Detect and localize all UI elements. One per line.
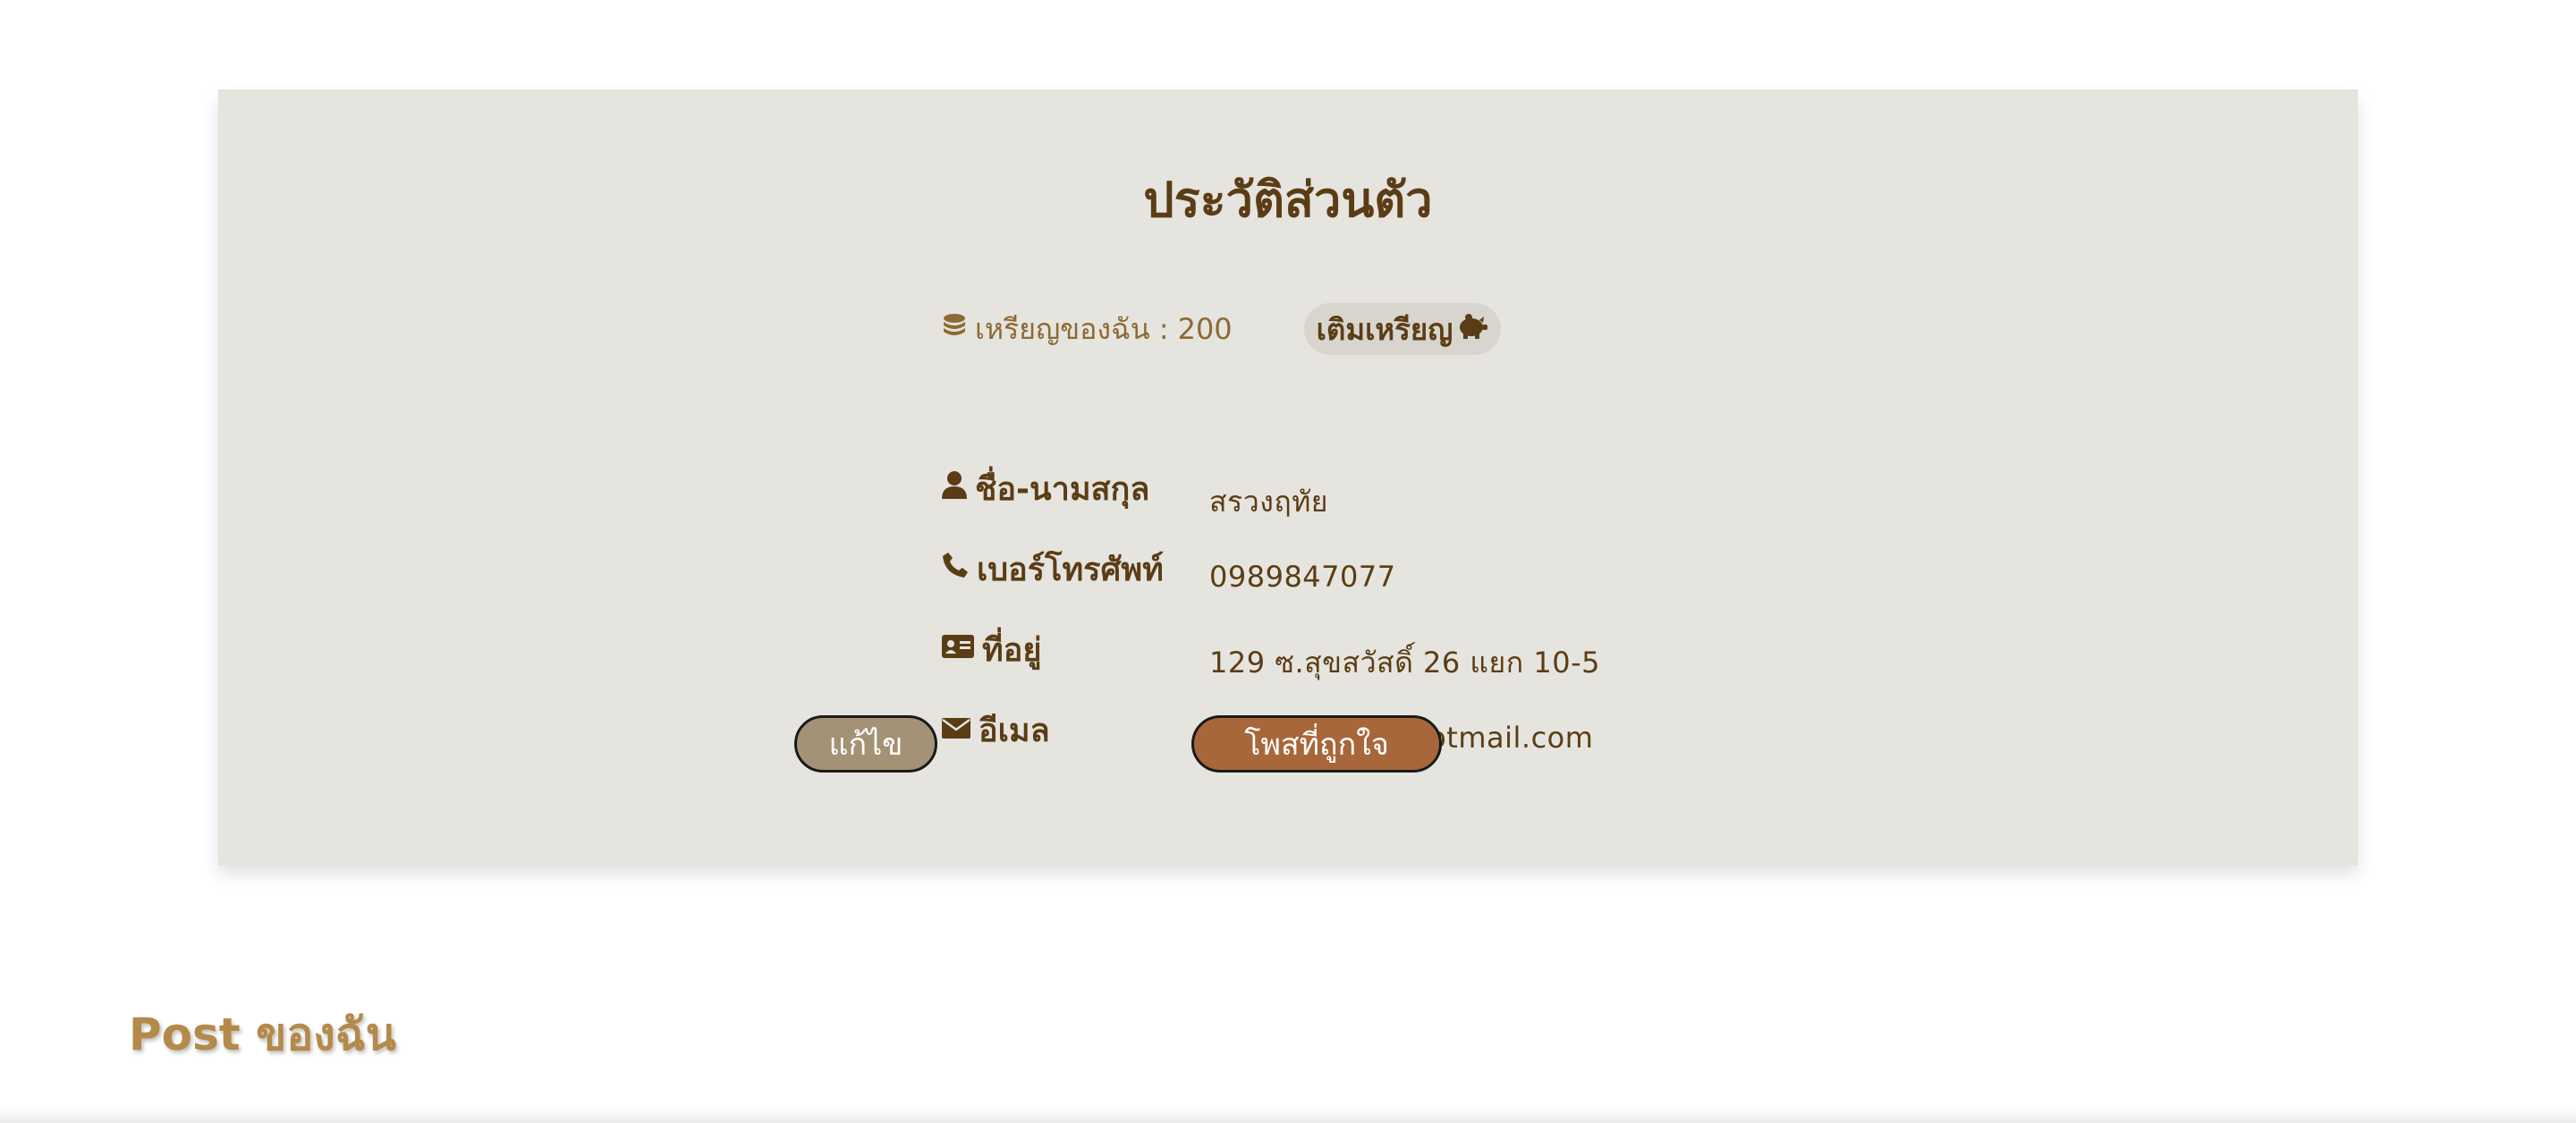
phone-value: 0989847077 [1209,560,1396,594]
page: ประวัติส่วนตัว เหรียญของฉัน : 200 เติมเห… [0,0,2576,1123]
coin-value: 200 [1177,312,1233,346]
topup-label: เติมเหรียญ [1316,311,1453,347]
phone-icon [941,551,977,587]
my-posts-heading: Post ของฉัน [129,1009,396,1060]
phone-label: เบอร์โทรศัพท์ [977,552,1164,588]
phone-label-row: เบอร์โทรศัพท์ [941,544,1164,595]
address-value: 129 ซ.สุขสวัสดิ์ 26 แยก 10-5 [1209,646,1600,680]
name-label: ชื่อ-นามสกุล [975,471,1150,508]
address-label-row: ที่อยู่ [941,624,1041,675]
piggy-bank-icon [1453,312,1488,347]
envelope-icon [941,712,979,748]
coin-row: เหรียญของฉัน : 200 เติมเหรียญ [941,302,1502,356]
coins-icon [941,312,975,346]
name-label-row: ชื่อ-นามสกุล [941,463,1149,514]
content-divider [0,1107,2576,1123]
edit-profile-button[interactable]: แก้ไข [794,715,937,773]
user-icon [941,470,975,507]
address-label: ที่อยู่ [982,632,1042,669]
topup-coins-button[interactable]: เติมเหรียญ [1303,303,1502,355]
name-value: สรวงฤทัย [1209,485,1329,519]
id-card-icon [941,631,982,668]
liked-posts-button[interactable]: โพสที่ถูกใจ [1191,715,1442,773]
email-label-row: อีเมล [941,705,1050,756]
page-title: ประวัติส่วนตัว [1143,172,1433,228]
coin-balance: เหรียญของฉัน : 200 [941,307,1233,352]
coin-label: เหรียญของฉัน : [975,311,1169,346]
email-label: อีเมล [979,713,1050,749]
